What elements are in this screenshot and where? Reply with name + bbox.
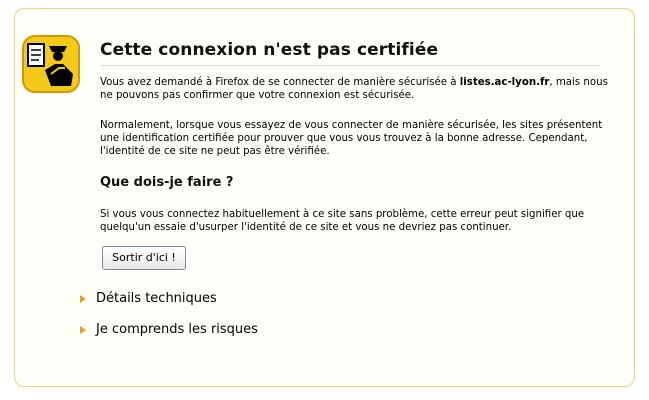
connection-warning-text: Vous avez demandé à Firefox de se connec… bbox=[100, 76, 620, 102]
security-officer-icon bbox=[22, 35, 80, 93]
certificate-error-page: Cette connexion n'est pas certifiée Vous… bbox=[0, 0, 649, 400]
what-to-do-heading: Que dois-je faire ? bbox=[100, 175, 234, 190]
expand-arrow-icon bbox=[80, 294, 86, 303]
technical-details-expander[interactable]: Détails techniques bbox=[80, 291, 217, 306]
explanation-text: Normalement, lorsque vous essayez de vou… bbox=[100, 120, 603, 157]
understand-risks-expander[interactable]: Je comprends les risques bbox=[80, 322, 258, 337]
technical-details-label: Détails techniques bbox=[96, 291, 217, 306]
site-host: listes.ac-lyon.fr bbox=[459, 77, 550, 88]
warning-prefix: Vous avez demandé à Firefox de se connec… bbox=[100, 77, 460, 88]
advice-text: Si vous vous connectez habituellement à … bbox=[100, 209, 585, 233]
title-divider bbox=[100, 65, 600, 66]
understand-risks-label: Je comprends les risques bbox=[96, 322, 258, 337]
get-me-out-button[interactable]: Sortir d'ici ! bbox=[102, 246, 186, 270]
page-title: Cette connexion n'est pas certifiée bbox=[100, 40, 439, 60]
expand-arrow-icon bbox=[80, 325, 86, 334]
